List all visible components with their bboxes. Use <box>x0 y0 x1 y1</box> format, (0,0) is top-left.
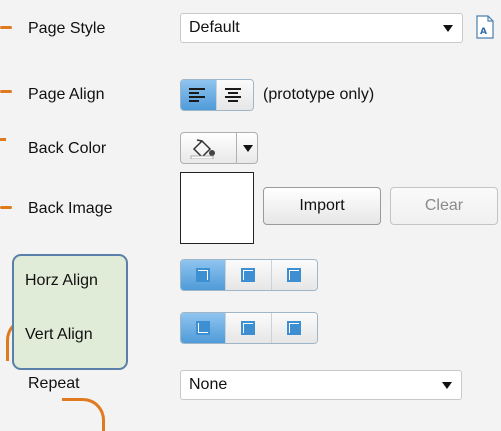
chevron-down-icon <box>243 145 253 152</box>
box-bottom-icon <box>286 321 301 335</box>
vert-align-top-button[interactable] <box>181 313 227 343</box>
back-image-label: Back Image <box>28 200 113 217</box>
callout-line-back-color <box>0 138 6 141</box>
box-right-icon <box>286 268 301 282</box>
paint-bucket-icon <box>189 137 219 160</box>
box-top-icon <box>196 321 210 335</box>
clear-button[interactable]: Clear <box>390 187 498 225</box>
horz-align-segmented <box>180 259 318 291</box>
callout-marker-back-image <box>0 206 12 209</box>
import-button[interactable]: Import <box>263 187 381 225</box>
vert-align-segmented <box>180 312 318 344</box>
back-image-preview <box>180 172 254 244</box>
repeat-select[interactable]: None <box>180 370 462 400</box>
align-center-icon <box>225 88 243 102</box>
chevron-down-icon <box>443 25 453 32</box>
page-style-value: Default <box>189 19 240 36</box>
page-align-note: (prototype only) <box>263 86 375 103</box>
box-middle-icon <box>241 321 256 335</box>
back-color-picker[interactable] <box>180 132 258 164</box>
callout-curve-repeat <box>62 398 105 431</box>
box-center-icon <box>241 268 256 282</box>
horz-align-center-button[interactable] <box>226 260 272 290</box>
back-color-label: Back Color <box>28 140 107 157</box>
style-edit-icon[interactable]: A <box>475 15 495 39</box>
repeat-label: Repeat <box>28 375 80 392</box>
align-left-icon <box>189 88 207 102</box>
vert-align-label: Vert Align <box>25 326 93 343</box>
horz-align-label: Horz Align <box>25 272 98 289</box>
page-style-label: Page Style <box>28 20 106 37</box>
vert-align-bottom-button[interactable] <box>271 313 317 343</box>
svg-text:A: A <box>480 27 487 37</box>
page-style-select[interactable]: Default <box>180 13 463 43</box>
box-left-icon <box>196 268 210 282</box>
vert-align-middle-button[interactable] <box>226 313 272 343</box>
callout-marker-page-style <box>0 26 12 29</box>
chevron-down-icon <box>442 382 452 389</box>
horz-align-left-button[interactable] <box>181 260 227 290</box>
repeat-value: None <box>189 376 228 393</box>
callout-marker-page-align <box>0 90 12 93</box>
page-align-label: Page Align <box>28 86 105 103</box>
horz-align-right-button[interactable] <box>271 260 317 290</box>
align-center-button[interactable] <box>217 80 253 110</box>
align-left-button[interactable] <box>181 80 217 110</box>
page-align-segmented <box>180 79 254 111</box>
